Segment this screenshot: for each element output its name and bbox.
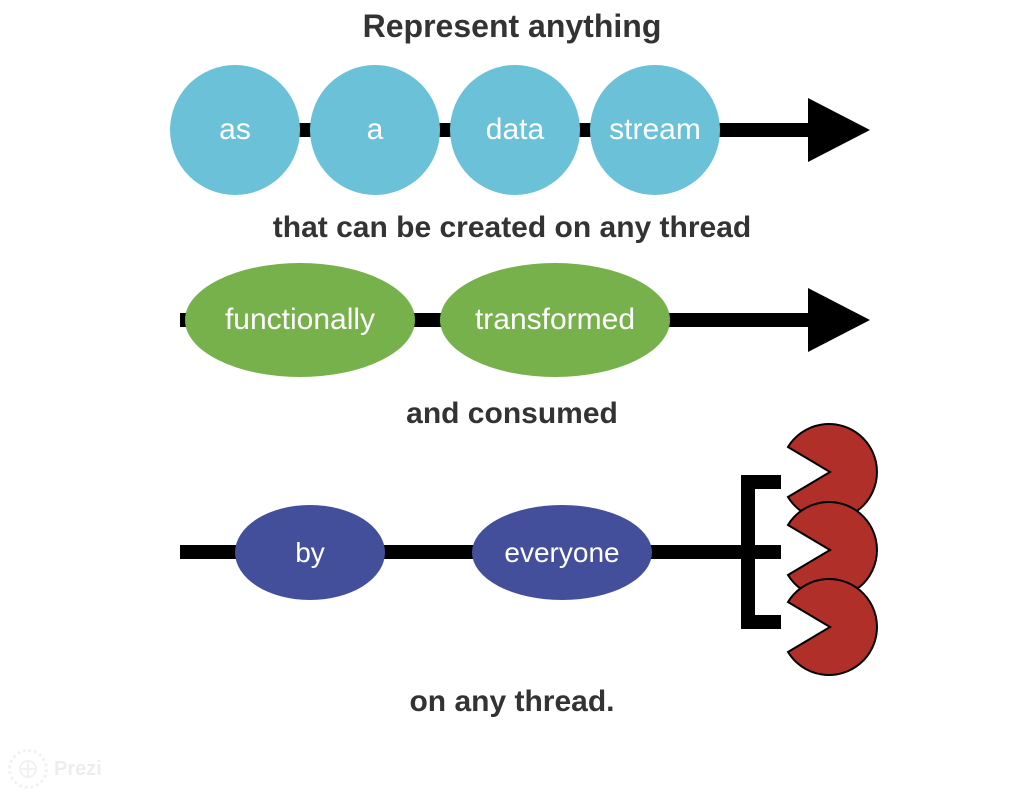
consumer-icon: [780, 577, 880, 682]
stream-row-2: functionally transformed: [0, 251, 1024, 391]
stream-row-3: by everyone: [0, 437, 1024, 667]
prezi-label: Prezi: [54, 758, 102, 781]
node-transformed: transformed: [440, 263, 670, 377]
node-a: a: [310, 65, 440, 195]
branch-line-bot: [741, 615, 781, 629]
prezi-logo-icon: [8, 749, 48, 789]
footer-text: on any thread.: [0, 685, 1024, 719]
node-data: data: [450, 65, 580, 195]
subtitle-1: that can be created on any thread: [0, 211, 1024, 245]
node-functionally: functionally: [185, 263, 415, 377]
branch-line-top: [741, 475, 781, 489]
main-title: Represent anything: [0, 8, 1024, 45]
node-everyone: everyone: [472, 505, 652, 600]
prezi-watermark: Prezi: [8, 749, 102, 789]
node-as: as: [170, 65, 300, 195]
arrow-head-icon: [808, 98, 870, 162]
node-by: by: [235, 505, 385, 600]
stream-row-1: as a data stream: [0, 55, 1024, 205]
node-stream: stream: [590, 65, 720, 195]
arrow-head-icon: [808, 288, 870, 352]
branch-line-mid: [741, 545, 781, 559]
